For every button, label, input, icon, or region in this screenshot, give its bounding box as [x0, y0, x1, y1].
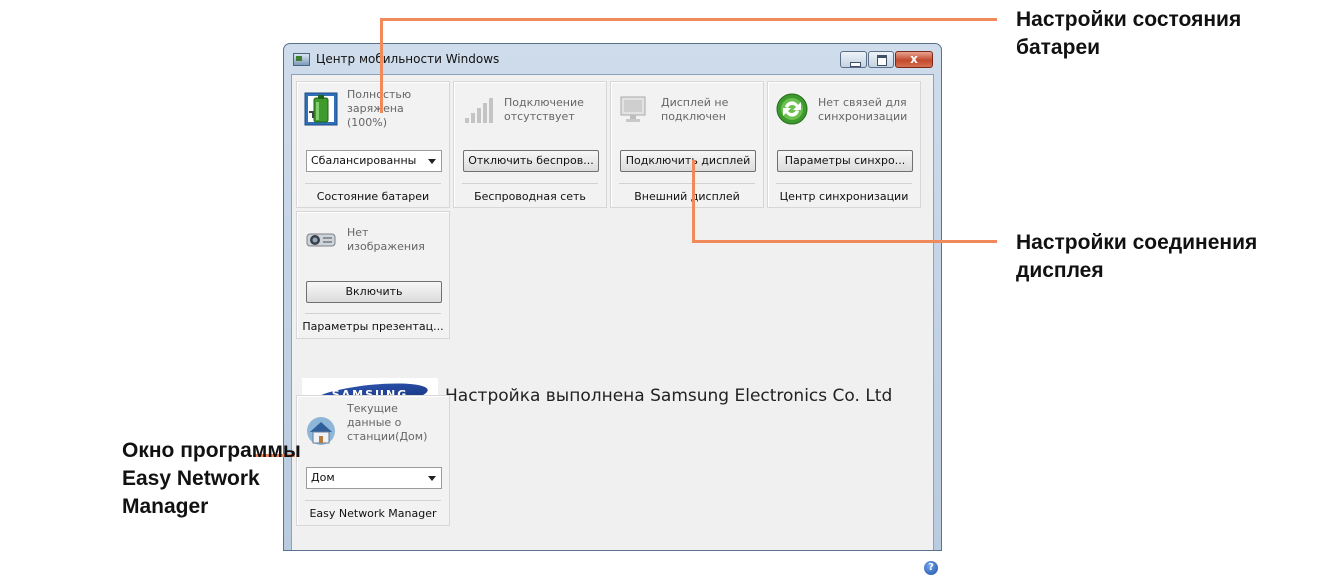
sync-settings-button[interactable]: Параметры синхро...: [777, 150, 913, 172]
window-title: Центр мобильности Windows: [316, 52, 500, 66]
tile-title-battery[interactable]: Состояние батареи: [297, 190, 449, 203]
wireless-toggle-button[interactable]: Отключить беспров...: [463, 150, 599, 172]
battery-icon[interactable]: [304, 92, 338, 126]
callout-line-display-vertical: [692, 160, 695, 243]
tile-display: Дисплей не подключен Подключить дисплей …: [610, 81, 764, 208]
mobility-center-window: Центр мобильности Windows x Полностью за…: [283, 43, 942, 575]
callout-line-display-horizontal: [692, 240, 997, 243]
tile-title-sync[interactable]: Центр синхронизации: [768, 190, 920, 203]
network-status: Текущие данные о станции(Дом): [347, 402, 428, 443]
maximize-button[interactable]: [868, 51, 894, 68]
signal-bars-icon: [461, 92, 495, 126]
display-status: Дисплей не подключен: [661, 96, 729, 123]
close-icon: x: [910, 52, 918, 66]
callout-display-line-1: Настройки соединения: [1016, 231, 1258, 254]
app-icon: [293, 53, 310, 66]
tile-battery: Полностью заряжена (100%) Сбалансированн…: [296, 81, 450, 208]
callout-line-battery-vertical: [380, 18, 383, 113]
callout-enm-window: Окно программы Easy Network Manager: [122, 437, 301, 521]
projector-icon: [304, 222, 338, 256]
divider: [776, 183, 912, 184]
minimize-button[interactable]: [840, 51, 867, 68]
connect-display-button[interactable]: Подключить дисплей: [620, 150, 756, 172]
divider: [305, 183, 441, 184]
tile-sync: Нет связей для синхронизации Параметры с…: [767, 81, 921, 208]
divider: [305, 500, 441, 501]
tile-title-network[interactable]: Easy Network Manager: [297, 507, 449, 520]
divider: [462, 183, 598, 184]
monitor-icon: [618, 92, 652, 126]
power-plan-select[interactable]: Сбалансированны: [306, 150, 442, 172]
wireless-status: Подключение отсутствует: [504, 96, 584, 123]
chevron-down-icon: [428, 476, 436, 481]
callout-display-line-2: дисплея: [1016, 259, 1104, 282]
divider: [305, 313, 441, 314]
tile-title-wireless[interactable]: Беспроводная сеть: [454, 190, 606, 203]
callout-display-settings: Настройки соединения дисплея: [1016, 229, 1257, 285]
sync-status: Нет связей для синхронизации: [818, 96, 908, 123]
client-area: Полностью заряжена (100%) Сбалансированн…: [291, 74, 938, 575]
chevron-down-icon: [428, 159, 436, 164]
tile-easy-network-manager: Текущие данные о станции(Дом) Дом Easy N…: [296, 395, 450, 526]
power-plan-value: Сбалансированны: [311, 154, 417, 167]
help-icon[interactable]: ?: [924, 561, 938, 575]
battery-status: Полностью заряжена (100%): [347, 88, 411, 129]
samsung-caption: Настройка выполнена Samsung Electronics …: [445, 386, 893, 406]
sync-icon: [775, 92, 809, 126]
divider: [619, 183, 755, 184]
presentation-on-button[interactable]: Включить: [306, 281, 442, 303]
callout-enm-line-3: Manager: [122, 495, 209, 518]
tile-wireless: Подключение отсутствует Отключить беспро…: [453, 81, 607, 208]
tile-title-display[interactable]: Внешний дисплей: [611, 190, 763, 203]
tile-title-presentation[interactable]: Параметры презентац...: [297, 320, 449, 333]
house-icon: [304, 412, 338, 446]
callout-enm-line-2: Easy Network: [122, 467, 260, 490]
network-location-select[interactable]: Дом: [306, 467, 442, 489]
callout-battery-line-1: Настройки состояния: [1016, 8, 1242, 31]
callout-line-battery-horizontal: [380, 18, 997, 21]
tile-presentation: Нет изображения Включить Параметры презе…: [296, 211, 450, 339]
callout-enm-line-1: Окно программы: [122, 439, 301, 462]
callout-battery-settings: Настройки состояния батареи: [1016, 6, 1241, 62]
callout-battery-line-2: батареи: [1016, 36, 1101, 59]
presentation-status: Нет изображения: [347, 226, 425, 253]
close-button[interactable]: x: [895, 51, 933, 68]
network-location-value: Дом: [311, 471, 335, 484]
